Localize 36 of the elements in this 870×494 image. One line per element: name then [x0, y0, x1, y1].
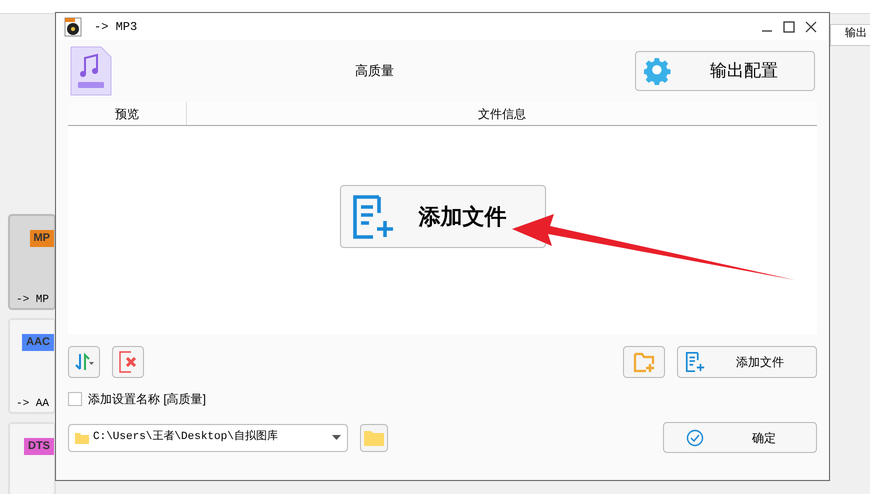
format-tile[interactable]: DTS: [8, 422, 56, 494]
clear-button[interactable]: [112, 346, 144, 378]
output-tab[interactable]: 输出: [830, 24, 870, 46]
add-file-button[interactable]: 添加文件: [677, 346, 817, 378]
checkbox-label: 添加设置名称 [高质量]: [88, 391, 206, 408]
column-header: 文件信息: [477, 106, 527, 122]
format-badge: MP: [30, 230, 54, 246]
format-tile[interactable]: MP -> MP: [8, 214, 56, 310]
gear-icon: [644, 57, 672, 85]
folder-add-icon: [633, 351, 655, 373]
column-header: 预览: [68, 102, 187, 125]
maximize-icon[interactable]: [783, 20, 795, 32]
format-label: -> MP: [16, 292, 50, 308]
path-dropdown[interactable]: C:\Users\王者\Desktop\自拟图库: [68, 424, 348, 452]
sort-arrows-icon: [73, 351, 95, 373]
add-file-big-button[interactable]: 添加文件: [340, 185, 546, 248]
add-folder-button[interactable]: [623, 346, 665, 378]
folder-icon: [75, 432, 89, 444]
format-badge: DTS: [24, 438, 54, 454]
format-label: -> AA: [16, 396, 50, 412]
ok-button[interactable]: 确定: [663, 422, 817, 453]
audio-file-icon: [70, 46, 112, 96]
remove-file-icon: [117, 350, 139, 374]
window-title: -> MP3: [94, 18, 138, 36]
sort-button[interactable]: [68, 346, 100, 378]
browse-folder-button[interactable]: [360, 424, 388, 452]
output-settings-button[interactable]: 输出配置: [635, 51, 815, 91]
checkbox[interactable]: [68, 392, 82, 406]
file-add-icon: [684, 351, 706, 373]
preset-name: 高质量: [355, 62, 395, 80]
format-tile[interactable]: AAC -> AA: [8, 318, 56, 414]
format-badge: AAC: [22, 334, 54, 350]
close-icon[interactable]: [805, 20, 817, 32]
caret-icon: [332, 435, 341, 440]
check-circle-icon: [686, 428, 704, 446]
folder-icon: [364, 430, 384, 446]
